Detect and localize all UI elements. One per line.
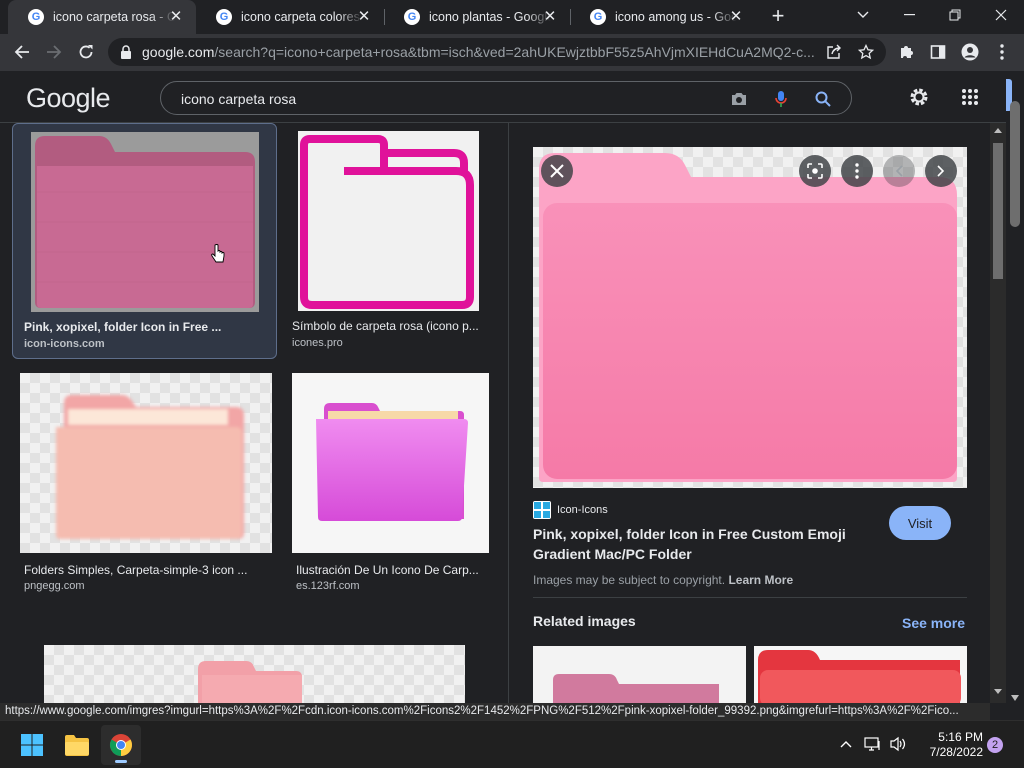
- panel-scrollbar[interactable]: [990, 123, 1006, 703]
- result-card[interactable]: Ilustración De Un Icono De Carp... es.12…: [292, 373, 492, 595]
- volume-icon[interactable]: [887, 733, 909, 755]
- result-thumbnail[interactable]: [20, 373, 272, 553]
- google-logo[interactable]: Google: [26, 83, 111, 114]
- share-icon[interactable]: [824, 42, 844, 62]
- close-icon[interactable]: ✕: [728, 9, 744, 25]
- windows-start-icon[interactable]: [12, 725, 52, 765]
- google-favicon: G: [590, 9, 606, 25]
- tab-title: icono carpeta colores - Google: [241, 10, 363, 24]
- divider: [533, 597, 967, 598]
- chevron-left-icon[interactable]: [883, 155, 915, 187]
- search-icon[interactable]: [813, 89, 833, 109]
- clock-time: 5:16 PM: [938, 730, 983, 744]
- search-box[interactable]: [160, 81, 852, 115]
- result-source[interactable]: icon-icons.com: [24, 338, 105, 350]
- result-card[interactable]: [44, 645, 465, 703]
- tab-3[interactable]: G icono plantas - Google Search ✕: [384, 0, 570, 34]
- google-header: Google: [0, 71, 1006, 123]
- visit-button[interactable]: Visit: [889, 506, 951, 540]
- scrollbar-thumb[interactable]: [1010, 101, 1020, 227]
- learn-more-link[interactable]: Learn More: [728, 573, 793, 587]
- related-images-heading: Related images: [533, 613, 636, 629]
- tab-1[interactable]: G icono carpeta rosa - Google ✕: [8, 0, 196, 34]
- more-icon[interactable]: [841, 155, 873, 187]
- result-title[interactable]: Pink, xopixel, folder Icon in Free ...: [24, 320, 264, 334]
- google-favicon: G: [404, 9, 420, 25]
- tab-title: icono plantas - Google Search: [429, 10, 551, 24]
- copyright-notice: Images may be subject to copyright. Lear…: [533, 573, 794, 587]
- file-explorer-icon[interactable]: [57, 725, 97, 765]
- lens-icon[interactable]: [799, 155, 831, 187]
- mic-icon[interactable]: [771, 89, 791, 109]
- settings-icon[interactable]: [907, 85, 931, 109]
- result-card[interactable]: Símbolo de carpeta rosa (icono p... icon…: [292, 123, 492, 359]
- result-thumbnail[interactable]: [292, 373, 489, 553]
- tab-4[interactable]: G icono among us - Google ✕: [570, 0, 756, 34]
- result-source[interactable]: pngegg.com: [24, 580, 85, 592]
- see-more-link[interactable]: See more: [902, 615, 965, 631]
- result-thumbnail[interactable]: [31, 132, 259, 312]
- related-thumbnail[interactable]: [754, 646, 967, 706]
- tab-strip: G icono carpeta rosa - Google ✕ G icono …: [0, 0, 1024, 34]
- address-bar[interactable]: google.com/search?q=icono+carpeta+rosa&t…: [108, 38, 886, 66]
- url-text: google.com/search?q=icono+carpeta+rosa&t…: [142, 44, 815, 60]
- browser-toolbar: google.com/search?q=icono+carpeta+rosa&t…: [0, 34, 1024, 71]
- minimize-icon[interactable]: [886, 0, 932, 30]
- chrome-icon[interactable]: [101, 725, 141, 765]
- star-icon[interactable]: [856, 42, 876, 62]
- side-panel-icon[interactable]: [924, 38, 952, 66]
- google-favicon: G: [216, 9, 232, 25]
- lock-icon[interactable]: [120, 45, 132, 64]
- result-title[interactable]: Símbolo de carpeta rosa (icono p...: [292, 319, 484, 333]
- close-icon[interactable]: ✕: [542, 9, 558, 25]
- link-status-bar: https://www.google.com/imgres?imgurl=htt…: [0, 703, 990, 720]
- extensions-icon[interactable]: [892, 38, 920, 66]
- result-thumbnail[interactable]: [44, 645, 465, 703]
- result-title[interactable]: Ilustración De Un Icono De Carp...: [296, 563, 486, 577]
- preview-title[interactable]: Pink, xopixel, folder Icon in Free Custo…: [533, 524, 863, 564]
- cursor-hand-icon: [211, 244, 225, 271]
- tab-title: icono among us - Google: [615, 10, 737, 24]
- network-icon[interactable]: [862, 733, 884, 755]
- close-window-icon[interactable]: [978, 0, 1024, 30]
- tab-2[interactable]: G icono carpeta colores - Google ✕: [196, 0, 384, 34]
- forward-icon[interactable]: [40, 38, 68, 66]
- page-scrollbar[interactable]: [1006, 71, 1024, 703]
- reload-icon[interactable]: [72, 38, 100, 66]
- scrollbar-thumb[interactable]: [993, 143, 1003, 279]
- close-icon[interactable]: ✕: [168, 9, 184, 25]
- chevron-right-icon[interactable]: [925, 155, 957, 187]
- result-source[interactable]: icones.pro: [292, 337, 343, 349]
- related-thumbnail[interactable]: [533, 646, 746, 706]
- close-icon[interactable]: [541, 155, 573, 187]
- site-attribution[interactable]: Icon-Icons: [533, 501, 608, 519]
- google-favicon: G: [28, 9, 44, 25]
- camera-icon[interactable]: [729, 89, 749, 109]
- notification-badge[interactable]: 2: [987, 737, 1003, 753]
- chevron-up-icon[interactable]: [835, 733, 857, 755]
- site-name: Icon-Icons: [557, 504, 608, 516]
- image-preview-panel: Icon-Icons Pink, xopixel, folder Icon in…: [508, 123, 990, 706]
- new-tab-icon[interactable]: +: [766, 5, 790, 29]
- close-icon[interactable]: ✕: [356, 9, 372, 25]
- clock-date: 7/28/2022: [929, 745, 983, 759]
- restore-icon[interactable]: [932, 0, 978, 30]
- taskbar: 5:16 PM 7/28/2022 2: [0, 720, 1024, 768]
- back-icon[interactable]: [8, 38, 36, 66]
- result-thumbnail[interactable]: [298, 131, 479, 311]
- result-source[interactable]: es.123rf.com: [296, 580, 360, 592]
- apps-grid-icon[interactable]: [958, 85, 982, 109]
- tab-title: icono carpeta rosa - Google: [53, 10, 175, 24]
- result-card[interactable]: Pink, xopixel, folder Icon in Free ... i…: [12, 123, 277, 359]
- search-input[interactable]: [181, 89, 701, 109]
- chevron-down-icon[interactable]: [840, 0, 886, 30]
- result-card[interactable]: Folders Simples, Carpeta-simple-3 icon .…: [20, 373, 272, 595]
- system-clock[interactable]: 5:16 PM 7/28/2022: [913, 730, 983, 760]
- site-favicon: [533, 501, 551, 519]
- profile-icon[interactable]: [956, 38, 984, 66]
- menu-icon[interactable]: [988, 38, 1016, 66]
- result-title[interactable]: Folders Simples, Carpeta-simple-3 icon .…: [24, 563, 260, 577]
- image-results-grid: Pink, xopixel, folder Icon in Free ... i…: [0, 123, 508, 703]
- preview-image[interactable]: [533, 147, 967, 488]
